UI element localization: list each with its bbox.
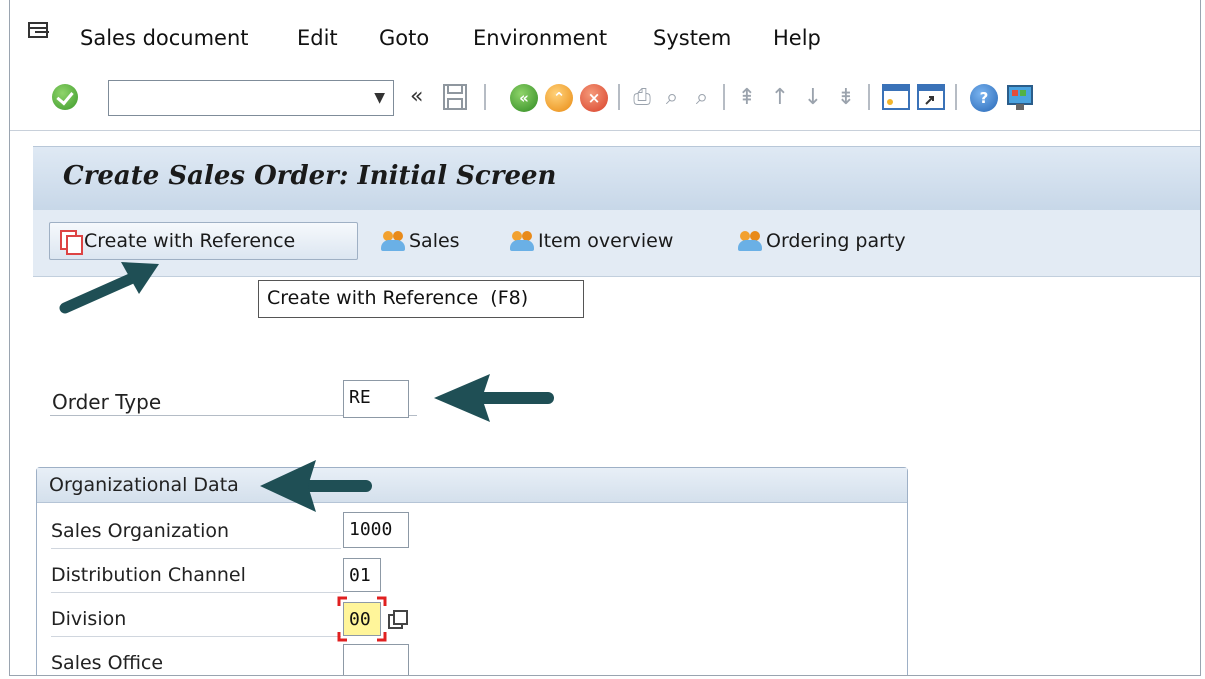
previous-page-icon[interactable]: ↑: [768, 85, 792, 110]
sales-office-input[interactable]: [343, 644, 409, 675]
value-help-icon[interactable]: [388, 610, 408, 629]
order-type-label: Order Type: [52, 390, 162, 414]
application-toolbar: Create with Reference Sales Item overvie…: [33, 210, 1200, 277]
menu-system-icon[interactable]: [28, 22, 50, 40]
command-dropdown-icon[interactable]: ▼: [374, 90, 385, 106]
system-toolbar: ▼ « « ⌃ × ⎙ ⌕ ⌕ ⇞ ↑ ↓ ⇟ ?: [10, 68, 1200, 131]
sales-organization-input[interactable]: 1000: [343, 512, 409, 548]
toolbar-separator: [723, 84, 725, 110]
toolbar-separator: [618, 84, 620, 110]
field-underline: [51, 592, 341, 593]
exit-icon[interactable]: ⌃: [545, 84, 573, 112]
ordering-party-label: Ordering party: [766, 230, 906, 252]
distribution-channel-label: Distribution Channel: [51, 564, 246, 586]
find-next-icon[interactable]: ⌕: [690, 85, 714, 110]
business-partner-icon: [738, 231, 764, 251]
title-bar: Create Sales Order: Initial Screen: [33, 146, 1200, 211]
division-label: Division: [51, 608, 127, 630]
ordering-party-button[interactable]: Ordering party: [738, 230, 906, 252]
sales-button[interactable]: Sales: [381, 230, 460, 252]
group-title: Organizational Data: [49, 474, 239, 496]
field-underline: [51, 636, 341, 637]
annotation-arrow-icon: [59, 262, 159, 314]
business-partner-icon: [381, 231, 407, 251]
print-icon[interactable]: ⎙: [630, 85, 654, 110]
new-session-icon[interactable]: [882, 84, 910, 110]
page-title: Create Sales Order: Initial Screen: [63, 161, 557, 191]
create-with-reference-label: Create with Reference: [84, 230, 296, 252]
menu-system[interactable]: System: [653, 26, 731, 50]
item-overview-button[interactable]: Item overview: [510, 230, 673, 252]
menu-edit[interactable]: Edit: [297, 26, 338, 50]
item-overview-label: Item overview: [538, 230, 674, 252]
help-icon[interactable]: ?: [970, 84, 998, 112]
menu-bar: Sales document Edit Goto Environment Sys…: [10, 0, 1200, 68]
enter-icon[interactable]: [52, 84, 78, 110]
group-header: Organizational Data: [37, 468, 907, 503]
toolbar-separator: [484, 84, 486, 110]
cancel-icon[interactable]: ×: [580, 84, 608, 112]
distribution-channel-input[interactable]: 01: [343, 558, 381, 592]
sales-office-label: Sales Office: [51, 652, 164, 674]
menu-sales-document[interactable]: Sales document: [80, 26, 249, 50]
command-field[interactable]: ▼: [108, 80, 394, 116]
toolbar-separator: [955, 84, 957, 110]
field-underline: [51, 548, 341, 549]
order-type-input[interactable]: RE: [343, 380, 409, 418]
collapse-icon[interactable]: «: [410, 84, 423, 109]
menu-goto[interactable]: Goto: [379, 26, 429, 50]
save-icon[interactable]: [442, 83, 468, 111]
sales-organization-label: Sales Organization: [51, 520, 230, 542]
focus-marker-icon: [337, 596, 387, 642]
annotation-arrow-icon: [434, 374, 554, 422]
find-icon[interactable]: ⌕: [660, 85, 684, 110]
first-page-icon[interactable]: ⇞: [735, 85, 759, 110]
annotation-arrow-icon: [260, 460, 372, 512]
next-page-icon[interactable]: ↓: [801, 85, 825, 110]
sales-label: Sales: [409, 230, 460, 252]
shortcut-icon[interactable]: [917, 84, 945, 110]
organizational-data-group: Organizational Data Sales Organization 1…: [36, 467, 908, 675]
tooltip: Create with Reference (F8): [258, 280, 584, 318]
layout-icon[interactable]: [1006, 84, 1036, 112]
sap-window: Sales document Edit Goto Environment Sys…: [9, 0, 1201, 676]
menu-help[interactable]: Help: [773, 26, 821, 50]
back-icon[interactable]: «: [510, 84, 538, 112]
menu-environment[interactable]: Environment: [473, 26, 607, 50]
last-page-icon[interactable]: ⇟: [834, 85, 858, 110]
create-with-reference-button[interactable]: Create with Reference: [49, 222, 358, 260]
copy-document-icon: [60, 230, 83, 255]
business-partner-icon: [510, 231, 536, 251]
toolbar-separator: [868, 84, 870, 110]
